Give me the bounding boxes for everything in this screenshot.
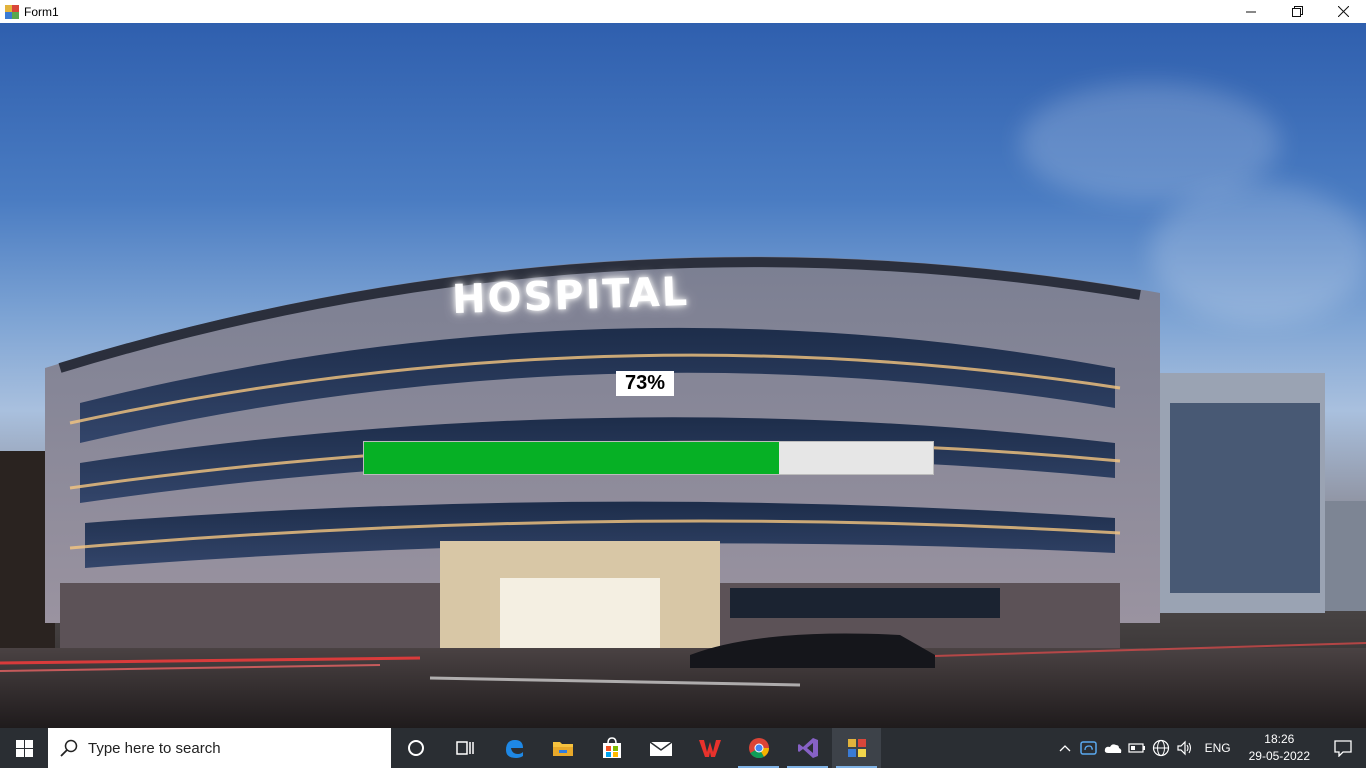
battery-icon xyxy=(1127,743,1145,753)
progress-percent-label: 73% xyxy=(616,371,674,396)
tray-volume[interactable] xyxy=(1173,728,1197,768)
close-icon xyxy=(1337,6,1349,17)
taskbar-mail[interactable] xyxy=(636,728,685,768)
restore-button[interactable] xyxy=(1274,0,1320,23)
form-app-icon xyxy=(847,739,866,757)
app-icon[interactable] xyxy=(4,4,20,20)
tray-battery[interactable] xyxy=(1125,728,1149,768)
search-icon xyxy=(60,739,78,757)
window-controls xyxy=(1228,0,1366,23)
progress-bar-fill xyxy=(364,442,780,474)
taskbar-file-explorer[interactable] xyxy=(538,728,587,768)
taskbar-form-app[interactable] xyxy=(832,728,881,768)
close-button[interactable] xyxy=(1320,0,1366,23)
background-image: HOSPITAL xyxy=(0,23,1366,728)
tray-language[interactable]: ENG xyxy=(1205,741,1231,755)
chrome-icon xyxy=(748,738,769,759)
taskbar-search-box[interactable]: Type here to search xyxy=(48,728,391,768)
progress-bar xyxy=(363,441,934,475)
taskbar-chrome[interactable] xyxy=(734,728,783,768)
onedrive-cloud-icon xyxy=(1104,744,1121,753)
visual-studio-icon xyxy=(797,738,818,758)
taskbar-wps-office[interactable] xyxy=(685,728,734,768)
system-tray: ENG 18:26 29-05-2022 xyxy=(1053,728,1366,768)
taskbar: Type here to search ENG 18:26 29-05-2022 xyxy=(0,728,1366,768)
edge-icon xyxy=(505,740,523,758)
cortana-icon xyxy=(407,740,424,756)
file-explorer-icon xyxy=(552,742,573,756)
tray-show-hidden[interactable] xyxy=(1053,728,1077,768)
store-icon xyxy=(602,737,621,758)
minimize-button[interactable] xyxy=(1228,0,1274,23)
clock-time: 18:26 xyxy=(1264,732,1295,746)
chevron-up-icon xyxy=(1059,745,1071,752)
mail-icon xyxy=(649,741,672,756)
taskbar-cortana[interactable] xyxy=(391,728,440,768)
restore-icon xyxy=(1291,6,1303,17)
window-title: Form1 xyxy=(24,4,59,19)
tray-network[interactable] xyxy=(1149,728,1173,768)
speaker-icon xyxy=(1176,740,1191,756)
taskbar-visual-studio[interactable] xyxy=(783,728,832,768)
wps-office-icon xyxy=(698,740,721,757)
taskbar-store[interactable] xyxy=(587,728,636,768)
tray-clock[interactable]: 18:26 29-05-2022 xyxy=(1249,731,1310,765)
tray-onedrive[interactable] xyxy=(1101,728,1125,768)
window-titlebar: Form1 xyxy=(0,0,1366,23)
taskbar-task-view[interactable] xyxy=(440,728,489,768)
task-view-icon xyxy=(455,741,474,755)
cloud-sync-icon xyxy=(1079,741,1097,755)
tray-onedrive-sync[interactable] xyxy=(1077,728,1101,768)
hospital-building xyxy=(0,256,1366,728)
windows-logo-icon xyxy=(15,739,33,757)
taskbar-edge[interactable] xyxy=(489,728,538,768)
notification-icon xyxy=(1334,740,1352,757)
start-button[interactable] xyxy=(0,728,48,768)
minimize-icon xyxy=(1245,11,1256,13)
globe-network-icon xyxy=(1152,739,1169,757)
hospital-sign: HOSPITAL xyxy=(451,268,690,324)
search-placeholder: Type here to search xyxy=(88,739,221,757)
action-center-button[interactable] xyxy=(1320,728,1366,768)
clock-date: 29-05-2022 xyxy=(1248,749,1310,763)
